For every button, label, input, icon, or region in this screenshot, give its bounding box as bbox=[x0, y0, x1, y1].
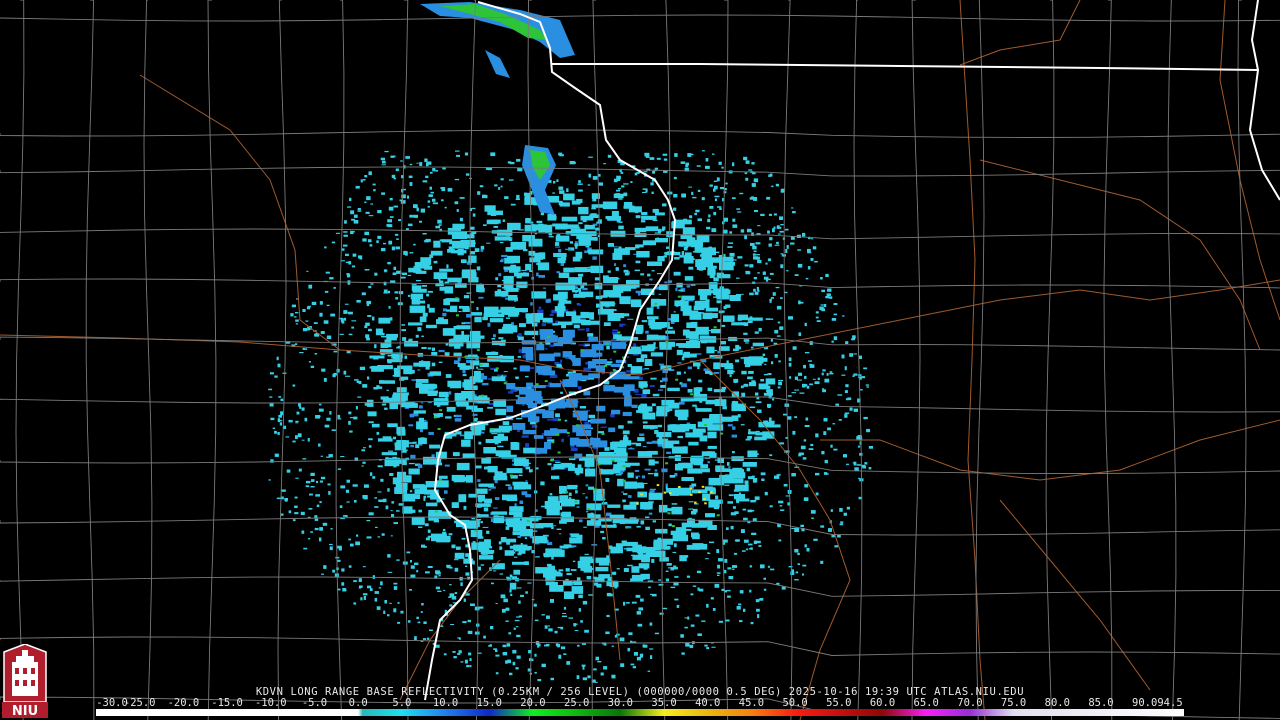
scale-label: 60.0 bbox=[869, 697, 896, 709]
scale-label: -20.0 bbox=[167, 697, 200, 709]
scale-label: 25.0 bbox=[563, 697, 590, 709]
scale-label: 65.0 bbox=[913, 697, 939, 709]
color-scale-bar bbox=[96, 709, 1184, 716]
scale-label: 10.0 bbox=[432, 697, 459, 709]
scale-label: -10.0 bbox=[254, 697, 287, 709]
scale-label: -5.0 bbox=[301, 697, 328, 709]
niu-logo: NIU bbox=[2, 643, 48, 719]
scale-label: 70.0 bbox=[957, 697, 983, 709]
radar-viewer: NIU KDVN LONG RANGE BASE REFLECTIVITY (0… bbox=[0, 0, 1280, 720]
logo-text: NIU bbox=[12, 704, 38, 718]
scale-label: 40.0 bbox=[695, 697, 721, 709]
scale-label: 80.0 bbox=[1044, 697, 1070, 709]
scale-label: 75.0 bbox=[1000, 697, 1027, 709]
scale-label: 20.0 bbox=[520, 697, 546, 709]
state-boundaries bbox=[424, 0, 1280, 701]
scale-label: 90.0 bbox=[1132, 697, 1158, 709]
scale-label: 5.0 bbox=[392, 697, 412, 709]
scale-label: 45.0 bbox=[738, 697, 765, 709]
scale-label: -25.0 bbox=[123, 697, 156, 709]
scale-label: -15.0 bbox=[211, 697, 243, 709]
scale-label: 0.0 bbox=[348, 697, 368, 709]
scale-label: 55.0 bbox=[826, 697, 852, 709]
scale-label: 30.0 bbox=[607, 697, 633, 709]
radar-map[interactable] bbox=[0, 0, 1280, 720]
radar-site-marker bbox=[561, 358, 573, 370]
scale-label: 15.0 bbox=[476, 697, 502, 709]
scale-label: 94.5 bbox=[1157, 697, 1183, 709]
color-scale-labels: -30.0 -25.0 -20.0 -15.0 -10.0 -5.0 0.0 5.0 10.0 1… bbox=[96, 697, 1184, 709]
scale-label: 35.0 bbox=[651, 697, 677, 709]
scale-label: 85.0 bbox=[1088, 697, 1114, 709]
scale-label: 50.0 bbox=[782, 697, 808, 709]
